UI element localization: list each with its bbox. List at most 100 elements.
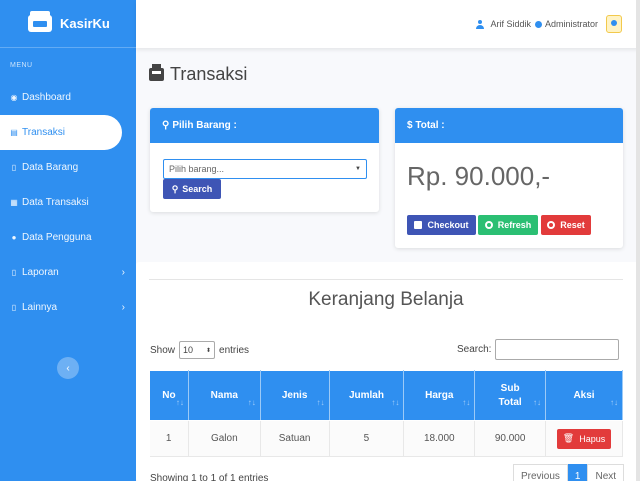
user-name[interactable]: Arif Siddik [490, 19, 531, 29]
brand[interactable]: KasirKu [0, 0, 136, 48]
table-icon: ▦ [10, 198, 18, 207]
column-header-subtotal[interactable]: Sub Total ↑↓ [474, 370, 547, 421]
refresh-button[interactable]: Refresh [478, 215, 538, 235]
cell-jenis: Satuan [260, 420, 330, 457]
entries-value: 10 [183, 345, 194, 355]
sidebar-item-label: Dashboard [22, 92, 71, 103]
sort-icon: ↑↓ [316, 398, 325, 407]
refresh-button-label: Refresh [497, 220, 532, 230]
bag-icon [414, 221, 423, 229]
checkout-button[interactable]: Checkout [407, 215, 476, 235]
trash-icon: 🗑 [562, 433, 575, 443]
cash-register-icon: ▤ [10, 128, 18, 137]
reset-button[interactable]: Reset [541, 215, 591, 235]
sidebar-item-data-transaksi[interactable]: ▦ Data Transaksi [0, 185, 136, 220]
sort-icon: ↑↓ [175, 398, 184, 407]
search-button[interactable]: ⚲ Search [163, 179, 221, 199]
cell-aksi: 🗑 Hapus [545, 420, 623, 457]
sidebar-item-data-barang[interactable]: ▯ Data Barang [0, 150, 136, 185]
product-select[interactable]: Pilih barang... ▼ [163, 159, 367, 179]
entries-select[interactable]: 10 ⬍ [179, 341, 216, 359]
cell-nama: Galon [188, 420, 261, 457]
topbar: Arif Siddik Administrator [136, 0, 640, 48]
page-title-text: Transaksi [170, 64, 248, 84]
pilih-barang-header: ⚲ Pilih Barang : [150, 108, 379, 143]
column-header-nama[interactable]: Nama ↑↓ [187, 370, 261, 421]
store-icon [28, 11, 52, 32]
user-role: Administrator [544, 19, 598, 29]
column-header-jumlah[interactable]: Jumlah ↑↓ [328, 370, 405, 421]
sidebar-item-data-pengguna[interactable]: ● Data Pengguna [0, 220, 136, 255]
total-header: $ Total : [395, 108, 623, 143]
sidebar-item-transaksi[interactable]: ▤ Transaksi [0, 115, 122, 150]
checkout-button-label: Checkout [427, 220, 469, 230]
pilih-barang-card: ⚲ Pilih Barang : Pilih barang... ▼ ⚲ Sea… [150, 108, 379, 212]
brand-name: KasirKu [60, 16, 110, 31]
sidebar-item-label: Transaksi [22, 127, 65, 138]
caret-updown-icon: ⬍ [205, 347, 212, 354]
table-row: 1 Galon Satuan 5 18.000 90.000 🗑 Hapus [149, 420, 623, 457]
search-button-label: Search [182, 184, 213, 194]
sidebar-item-label: Data Transaksi [22, 197, 89, 208]
menu-heading: MENU [10, 62, 33, 69]
avatar[interactable] [606, 15, 622, 33]
pilih-barang-header-label: Pilih Barang : [172, 120, 237, 131]
sidebar-item-label: Laporan [22, 267, 59, 278]
gauge-icon: ◉ [10, 93, 18, 102]
search-icon: ⚲ [171, 183, 179, 194]
cell-subtotal: 90.000 [474, 420, 547, 457]
file-icon: ▯ [11, 268, 17, 277]
cell-harga: 18.000 [403, 420, 476, 457]
pagination-previous[interactable]: Previous [513, 464, 568, 481]
hapus-button-label: Hapus [579, 433, 606, 444]
sort-icon: ↑↓ [247, 398, 256, 407]
sidebar-item-dashboard[interactable]: ◉ Dashboard [0, 80, 136, 115]
sidebar-item-label: Data Barang [22, 162, 79, 173]
table-info: Showing 1 to 1 of 1 entries [150, 473, 269, 481]
sidebar-toggle-button[interactable]: ‹ [57, 357, 79, 379]
column-header-aksi[interactable]: Aksi ↑↓ [545, 370, 623, 421]
divider [149, 279, 623, 280]
entries-label: entries [219, 344, 250, 356]
column-header-no[interactable]: No ↑↓ [149, 370, 189, 421]
reset-icon [547, 221, 556, 229]
column-header-jenis[interactable]: Jenis ↑↓ [259, 370, 330, 421]
show-label: Show [150, 344, 176, 356]
table-header-row: No ↑↓ Nama ↑↓ Jenis ↑↓ Jumlah ↑↓ Harga ↑↓ Sub… [149, 370, 623, 421]
sidebar-item-lainnya[interactable]: ▯ Lainnya › [0, 290, 136, 325]
product-select-placeholder: Pilih barang... [169, 164, 225, 174]
users-icon: ● [11, 233, 17, 242]
total-card: $ Total : Rp. 90.000,- Checkout Refresh … [395, 108, 623, 248]
sidebar: KasirKu MENU ◉ Dashboard ▤ Transaksi ▯ D… [0, 0, 136, 481]
table-search: Search: [457, 339, 620, 360]
sidebar-item-laporan[interactable]: ▯ Laporan › [0, 255, 136, 290]
cart-table: No ↑↓ Nama ↑↓ Jenis ↑↓ Jumlah ↑↓ Harga ↑↓ Sub… [149, 370, 623, 457]
user-icon [476, 19, 485, 29]
hapus-button[interactable]: 🗑 Hapus [557, 428, 612, 449]
pagination: Previous 1 Next [513, 464, 625, 481]
table-search-input[interactable] [495, 339, 620, 360]
chevron-right-icon: › [121, 302, 125, 313]
refresh-icon [484, 221, 493, 229]
reset-button-label: Reset [560, 220, 585, 230]
file-icon: ▯ [11, 303, 17, 312]
sort-icon: ↑↓ [462, 398, 471, 407]
file-icon: ▯ [11, 163, 17, 172]
scrollbar[interactable] [636, 0, 640, 481]
cell-no: 1 [149, 420, 189, 457]
caret-down-icon: ▼ [355, 166, 361, 172]
page-title: Transaksi [149, 64, 247, 85]
sidebar-item-label: Data Pengguna [22, 232, 92, 243]
chevron-right-icon: › [121, 267, 125, 278]
column-header-harga[interactable]: Harga ↑↓ [403, 370, 476, 421]
search-icon: ⚲ [162, 120, 170, 131]
pagination-next[interactable]: Next [587, 464, 625, 481]
search-label: Search: [457, 344, 492, 355]
total-amount: Rp. 90.000,- [407, 161, 551, 191]
sort-icon: ↑↓ [533, 398, 542, 407]
chevron-left-icon: ‹ [66, 362, 70, 374]
pagination-page[interactable]: 1 [567, 464, 588, 481]
sidebar-item-label: Lainnya [22, 302, 58, 313]
role-dot-icon [534, 20, 542, 28]
cart-title: Keranjang Belanja [308, 289, 464, 310]
